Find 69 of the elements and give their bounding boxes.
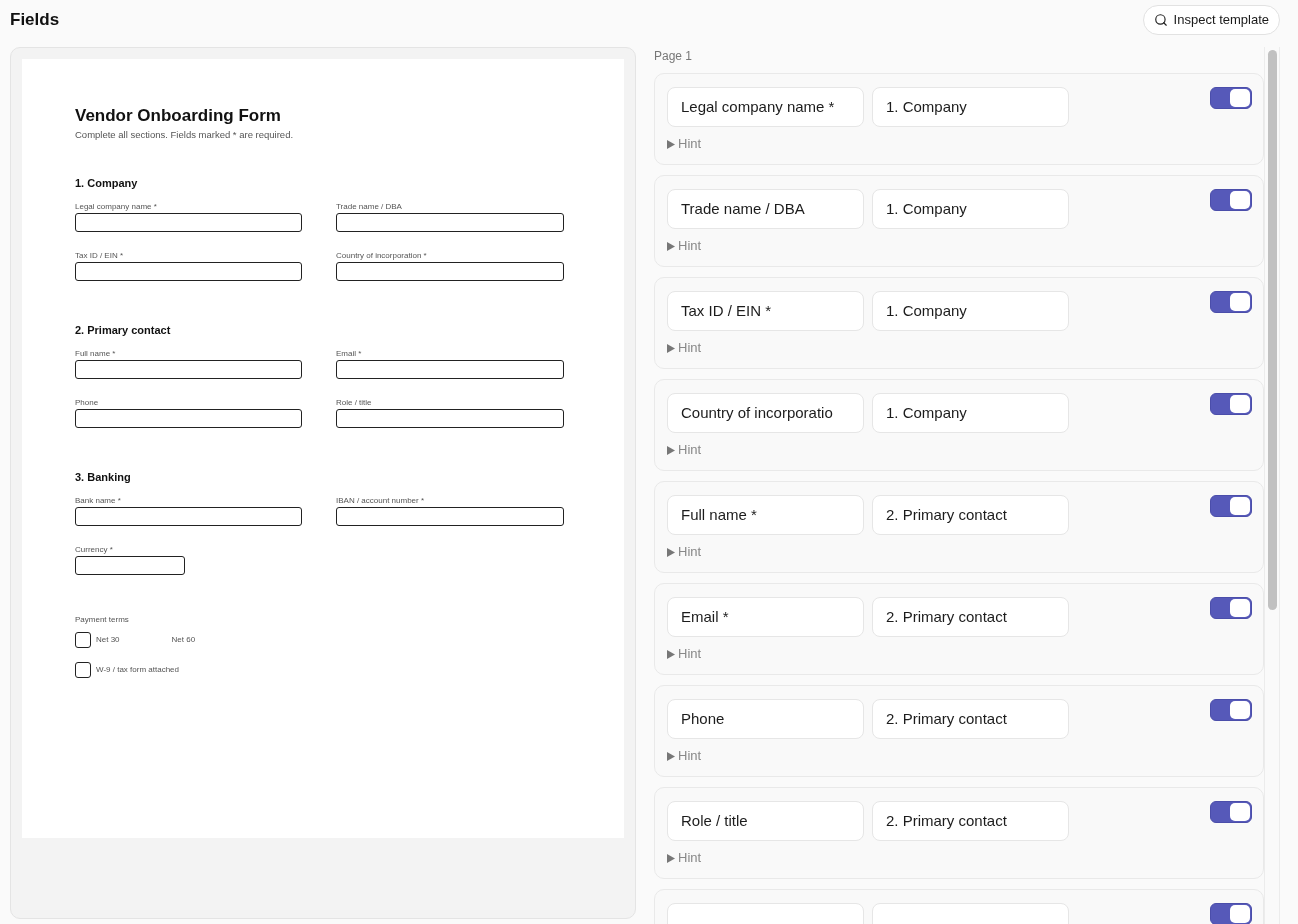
section-input[interactable]: 1. Company xyxy=(872,393,1069,433)
toggle-switch[interactable] xyxy=(1210,87,1252,109)
hint-toggle[interactable]: Hint xyxy=(667,136,702,152)
field-label: Bank name * xyxy=(75,496,122,506)
checkbox[interactable] xyxy=(75,632,91,648)
triangle-icon xyxy=(667,343,675,353)
section-heading: 2. Primary contact xyxy=(75,323,172,337)
field-name-input[interactable]: Role / title xyxy=(667,801,864,841)
field-name-input[interactable]: Legal company name * xyxy=(667,87,864,127)
field-name-input[interactable]: Email * xyxy=(667,597,864,637)
hint-toggle[interactable]: Hint xyxy=(667,850,702,866)
toggle-switch[interactable] xyxy=(1210,495,1252,517)
scrollbar-thumb[interactable] xyxy=(1267,50,1277,610)
section-input[interactable]: 2. Primary contact xyxy=(872,597,1069,637)
triangle-icon xyxy=(667,547,675,557)
checkbox[interactable] xyxy=(75,662,91,678)
toggle-switch[interactable] xyxy=(1210,699,1252,721)
toggle-switch[interactable] xyxy=(1210,291,1252,313)
section-input[interactable]: 1. Company xyxy=(872,189,1069,229)
form-subtitle: Complete all sections. Fields marked * are required. xyxy=(75,129,295,141)
option-label: Net 30 xyxy=(96,635,120,645)
toggle-switch[interactable] xyxy=(1210,903,1252,924)
section-input[interactable]: 2. Primary contact xyxy=(872,699,1069,739)
option-label: W-9 / tax form attached xyxy=(96,665,179,675)
form-title: Vendor Onboarding Form xyxy=(75,106,282,126)
section-input[interactable]: 2. Primary contact xyxy=(872,801,1069,841)
hint-toggle[interactable]: Hint xyxy=(667,442,702,458)
field-label: Currency * xyxy=(75,545,114,555)
hint-toggle[interactable]: Hint xyxy=(667,544,702,560)
field-label: Tax ID / EIN * xyxy=(75,251,124,261)
inspect-template-button[interactable]: Inspect template xyxy=(1142,5,1280,35)
option-label: Net 60 xyxy=(171,635,196,645)
section-input[interactable]: 1. Company xyxy=(872,87,1069,127)
field-label: Phone xyxy=(75,398,100,408)
hint-toggle[interactable]: Hint xyxy=(667,646,702,662)
triangle-icon xyxy=(667,853,675,863)
field-label: Email * xyxy=(336,349,363,359)
triangle-icon xyxy=(667,139,675,149)
field-label: Role / title xyxy=(336,398,373,408)
field-name-input[interactable]: Trade name / DBA xyxy=(667,189,864,229)
field-name-input[interactable]: Phone xyxy=(667,699,864,739)
section-heading: 1. Company xyxy=(75,176,139,190)
page-label: Page 1 xyxy=(654,48,694,64)
section-heading: 3. Banking xyxy=(75,470,132,484)
field-label: Trade name / DBA xyxy=(336,202,403,212)
hint-toggle[interactable]: Hint xyxy=(667,748,702,764)
field-label: IBAN / account number * xyxy=(336,496,426,506)
field-label: Payment terms xyxy=(75,615,130,625)
triangle-icon xyxy=(667,751,675,761)
toggle-switch[interactable] xyxy=(1210,393,1252,415)
field-name-input[interactable]: Country of incorporatio xyxy=(667,393,864,433)
toggle-switch[interactable] xyxy=(1210,801,1252,823)
hint-toggle[interactable]: Hint xyxy=(667,340,702,356)
toggle-switch[interactable] xyxy=(1210,597,1252,619)
field-label: Legal company name * xyxy=(75,202,158,212)
scrollbar[interactable] xyxy=(1264,47,1280,924)
hint-toggle[interactable]: Hint xyxy=(667,238,702,254)
triangle-icon xyxy=(667,241,675,251)
section-input[interactable]: 1. Company xyxy=(872,291,1069,331)
page-title: Fields xyxy=(10,9,60,32)
field-name-input[interactable]: Full name * xyxy=(667,495,864,535)
search-icon xyxy=(1153,13,1168,27)
field-label: Full name * xyxy=(75,349,117,359)
field-name-input[interactable]: Tax ID / EIN * xyxy=(667,291,864,331)
field-label: Country of incorporation * xyxy=(336,251,428,261)
triangle-icon xyxy=(667,649,675,659)
section-input[interactable]: 2. Primary contact xyxy=(872,495,1069,535)
toggle-switch[interactable] xyxy=(1210,189,1252,211)
triangle-icon xyxy=(667,445,675,455)
